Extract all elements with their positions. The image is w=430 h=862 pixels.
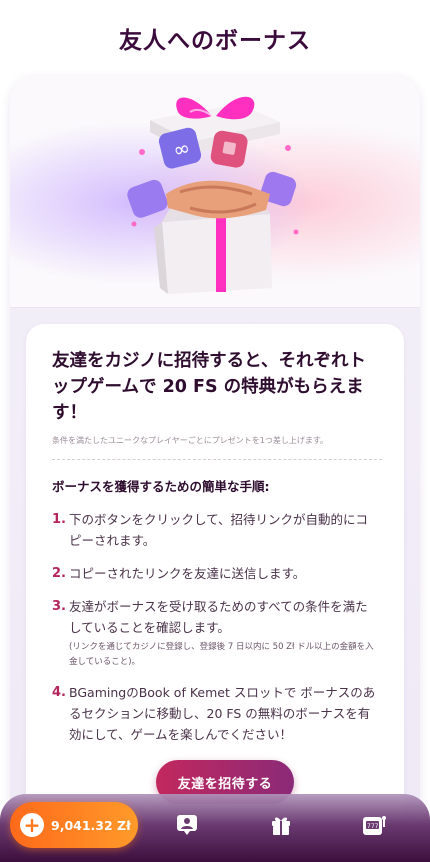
step-text: コピーされたリンクを友達に送信します。 <box>69 566 306 581</box>
headline: 友達をカジノに招待すると、それぞれトップゲームで 20 FS の特典がもらえます… <box>52 351 366 423</box>
step-number: 1. <box>52 512 66 527</box>
plus-icon: + <box>20 813 44 837</box>
slot-machine-icon[interactable]: 777 <box>360 811 388 839</box>
subnote: 条件を満たしたユニークなプレイヤーごとにプレゼントを1つ差し上げます。 <box>52 436 329 445</box>
step-number: 2. <box>52 566 66 581</box>
gift-icon[interactable] <box>267 811 295 839</box>
steps-title: ボーナスを獲得するための簡単な手順: <box>52 479 270 494</box>
bottom-nav: + 9,041.32 Zł 777 <box>0 794 430 862</box>
balance-amount: 9,041.32 Zł <box>51 817 131 833</box>
step-number: 4. <box>52 685 66 700</box>
step-text: 下のボタンをクリックして、招待リンクが自動的にコピーされます。 <box>69 512 369 548</box>
step-item: 4. BGamingのBook of Kemet スロットで ボーナスのあるセク… <box>52 682 380 745</box>
hero-banner: ∞ <box>10 76 420 308</box>
step-item: 2. コピーされたリンクを友達に送信します。 <box>52 563 380 584</box>
page-title: 友人へのボーナス <box>119 28 311 54</box>
step-text: 友達がボーナスを受け取るためのすべての条件を満たしていることを確認します。 <box>69 599 368 635</box>
balance-button[interactable]: + 9,041.32 Zł <box>10 802 138 848</box>
svg-text:777: 777 <box>367 823 379 830</box>
info-panel: 友達をカジノに招待すると、それぞれトップゲームで 20 FS の特典がもらえます… <box>26 324 404 836</box>
step-number: 3. <box>52 599 66 614</box>
step-note: (リンクを通じてカジノに登録し、登録後 7 日以内に 50 Zł ドル以上の金額… <box>69 642 374 667</box>
dashed-divider <box>52 459 382 460</box>
step-text: BGamingのBook of Kemet スロットで ボーナスのあるセクション… <box>69 685 376 742</box>
profile-badge-icon[interactable] <box>173 811 201 839</box>
step-item: 3. 友達がボーナスを受け取るためのすべての条件を満たしていることを確認します。… <box>52 596 380 670</box>
page-header: 友人へのボーナス <box>0 0 430 76</box>
gift-box-illustration: ∞ <box>127 96 299 294</box>
referral-card: ∞ 友達をカジノに招待すると、それぞれトップゲームで 20 FS の特典がもらえ… <box>10 76 420 836</box>
step-item: 1. 下のボタンをクリックして、招待リンクが自動的にコピーされます。 <box>52 509 380 551</box>
step-text-wrapper: 友達がボーナスを受け取るためのすべての条件を満たしていることを確認します。 (リ… <box>69 596 380 670</box>
